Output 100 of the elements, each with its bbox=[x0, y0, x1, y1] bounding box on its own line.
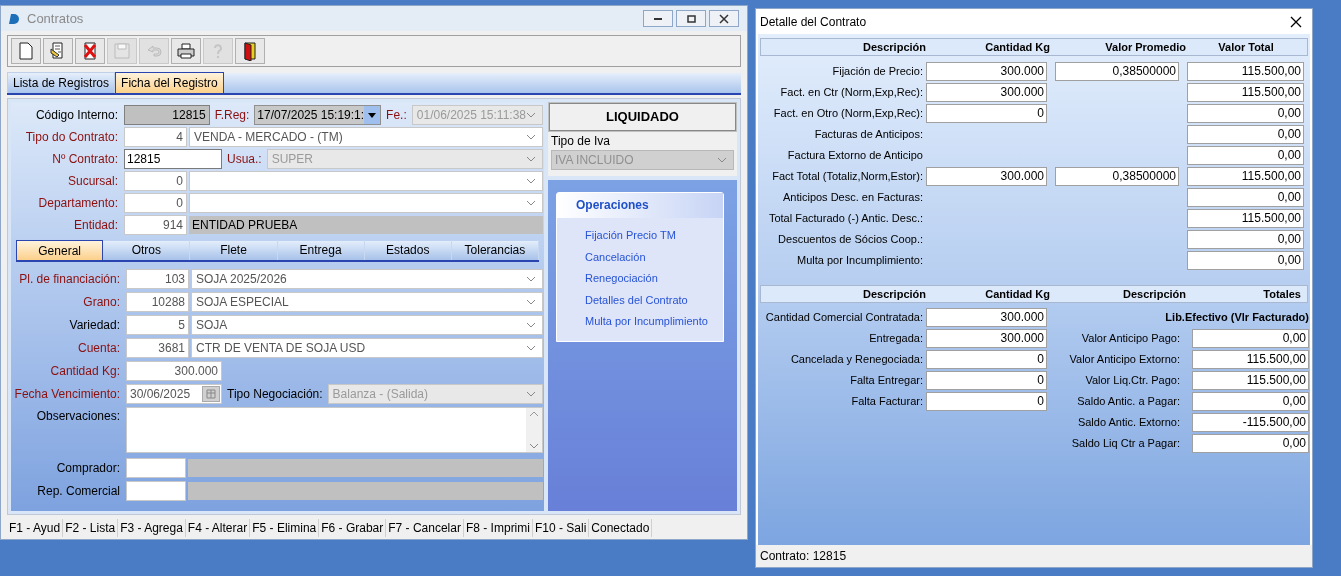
dropdown-icon bbox=[368, 112, 377, 118]
link[interactable]: Detalles del Contrato bbox=[585, 291, 688, 308]
value-field: 0 bbox=[926, 392, 1047, 411]
toolbar-button[interactable] bbox=[75, 38, 105, 64]
input-field[interactable]: 12815 bbox=[124, 149, 222, 169]
toolbar-button[interactable] bbox=[43, 38, 73, 64]
number-field[interactable]: 0 bbox=[124, 193, 187, 213]
dropdown[interactable]: SOJA 2025/2026 bbox=[191, 269, 543, 289]
number-field[interactable]: 0 bbox=[124, 171, 187, 191]
column-header: Descripción bbox=[862, 286, 926, 302]
dropdown[interactable] bbox=[189, 193, 543, 213]
text-area[interactable] bbox=[126, 407, 543, 453]
number-field[interactable]: 4 bbox=[124, 127, 187, 147]
tab[interactable]: Flete bbox=[190, 240, 278, 260]
input-field[interactable] bbox=[126, 458, 186, 478]
field-label: Cancelada y Renegociada: bbox=[789, 352, 924, 368]
field-label: Factura Extorno de Anticipo bbox=[786, 148, 924, 164]
dropdown[interactable]: SOJA bbox=[191, 315, 543, 335]
field-label: Fe.: bbox=[385, 107, 408, 124]
save-icon bbox=[112, 41, 132, 61]
tab[interactable]: Otros bbox=[103, 240, 191, 260]
status-text: F2 - Lista bbox=[63, 519, 119, 537]
chevron-down-icon bbox=[526, 200, 536, 206]
link[interactable]: Renegociación bbox=[585, 270, 658, 287]
tab[interactable]: Estados bbox=[364, 240, 452, 260]
value-field: 300.000 bbox=[926, 329, 1047, 348]
field-label: Multa por Incumplimiento: bbox=[796, 253, 924, 269]
scroll-down-icon[interactable] bbox=[529, 443, 539, 449]
section-title: Lib.Efectivo (Vlr Facturado) bbox=[1164, 310, 1309, 325]
minimize-icon bbox=[654, 17, 662, 20]
field-label: Comprador: bbox=[55, 460, 121, 477]
tab[interactable]: Entrega bbox=[277, 240, 365, 260]
maximize-icon bbox=[684, 12, 698, 25]
scrollbar[interactable] bbox=[526, 408, 542, 452]
dropdown[interactable]: VENDA - MERCADO - (TM) bbox=[189, 127, 543, 147]
field-label: Usua.: bbox=[226, 151, 263, 168]
status-text: F7 - Cancelar bbox=[386, 519, 464, 537]
window-title: Contratos bbox=[27, 9, 84, 28]
window-title: Detalle del Contrato bbox=[760, 13, 867, 31]
field-label: Saldo Liq Ctr a Pagar: bbox=[1070, 436, 1181, 452]
value-field: 300.000 bbox=[926, 308, 1047, 327]
calendar-icon[interactable] bbox=[202, 386, 220, 402]
status-text: Conectado bbox=[589, 519, 653, 537]
link[interactable]: Fijación Precio TM bbox=[585, 227, 676, 244]
column-header: Valor Promedio bbox=[1104, 39, 1186, 55]
maximize-button[interactable] bbox=[676, 10, 706, 27]
scroll-up-icon[interactable] bbox=[529, 411, 539, 417]
column-header: Totales bbox=[1262, 286, 1301, 302]
close-icon bbox=[717, 12, 731, 25]
input-field[interactable] bbox=[126, 481, 186, 501]
close-button[interactable] bbox=[709, 10, 739, 27]
field-label: F.Reg: bbox=[213, 107, 251, 124]
number-field[interactable]: 5 bbox=[126, 315, 189, 335]
new-document-icon bbox=[16, 41, 36, 61]
tab[interactable]: Tolerancias bbox=[451, 240, 539, 260]
column-header: Cantidad Kg bbox=[984, 286, 1050, 302]
field-label: Fact Total (Totaliz,Norm,Estor): bbox=[771, 169, 924, 185]
number-field[interactable]: 103 bbox=[126, 269, 189, 289]
field-label: Tipo do Contrato: bbox=[24, 129, 119, 146]
display-field: ENTIDAD PRUEBA bbox=[189, 216, 543, 234]
close-icon bbox=[1290, 15, 1302, 28]
status-text: F5 - Elimina bbox=[250, 519, 320, 537]
number-field[interactable]: 3681 bbox=[126, 338, 189, 358]
field-label: Facturas de Anticipos: bbox=[813, 127, 924, 143]
field-label: Observaciones: bbox=[35, 408, 121, 425]
field-label: Anticipos Desc. en Facturas: bbox=[782, 190, 924, 206]
dropdown[interactable]: SOJA ESPECIAL bbox=[191, 292, 543, 312]
field-label: Cuenta: bbox=[76, 340, 121, 357]
link[interactable]: Cancelación bbox=[585, 248, 646, 265]
status-text: F6 - Grabar bbox=[319, 519, 387, 537]
field-label: Saldo Antic. a Pagar: bbox=[1076, 394, 1181, 410]
field-label: Cantidad Kg: bbox=[49, 363, 121, 380]
dropdown[interactable] bbox=[189, 171, 543, 191]
field-label: Valor Anticipo Pago: bbox=[1080, 331, 1181, 347]
input-field[interactable]: 300.000 bbox=[126, 361, 222, 381]
tab[interactable]: General bbox=[16, 240, 104, 260]
link[interactable]: Multa por Incumplimiento bbox=[585, 313, 708, 330]
field-label: Fecha Vencimiento: bbox=[13, 386, 121, 403]
column-header: Descripción bbox=[862, 39, 926, 55]
dropdown[interactable]: CTR DE VENTA DE SOJA USD bbox=[191, 338, 543, 358]
value-field: 0,00 bbox=[1192, 434, 1309, 453]
chevron-down-icon bbox=[526, 134, 536, 140]
chevron-down-icon bbox=[526, 391, 536, 397]
app-icon bbox=[9, 12, 19, 25]
date-field[interactable]: 30/06/2025 bbox=[126, 384, 222, 404]
toolbar-button[interactable] bbox=[171, 38, 201, 64]
toolbar-button[interactable] bbox=[235, 38, 265, 64]
datetime-field[interactable]: 17/07/2025 15:19:1: bbox=[254, 105, 382, 125]
value-field: -115.500,00 bbox=[1192, 413, 1309, 432]
field-label: Entregada: bbox=[868, 331, 924, 347]
status-text: F3 - Agrega bbox=[118, 519, 186, 537]
minimize-button[interactable] bbox=[643, 10, 673, 27]
tab[interactable]: Ficha del Registro bbox=[115, 72, 224, 93]
field-label: Entidad: bbox=[72, 217, 119, 234]
chevron-down-icon bbox=[526, 112, 536, 118]
field-label: Pl. de financiación: bbox=[18, 271, 121, 288]
number-field[interactable]: 914 bbox=[124, 215, 187, 235]
number-field[interactable]: 10288 bbox=[126, 292, 189, 312]
chevron-down-icon bbox=[526, 276, 536, 282]
toolbar-button[interactable] bbox=[11, 38, 41, 64]
